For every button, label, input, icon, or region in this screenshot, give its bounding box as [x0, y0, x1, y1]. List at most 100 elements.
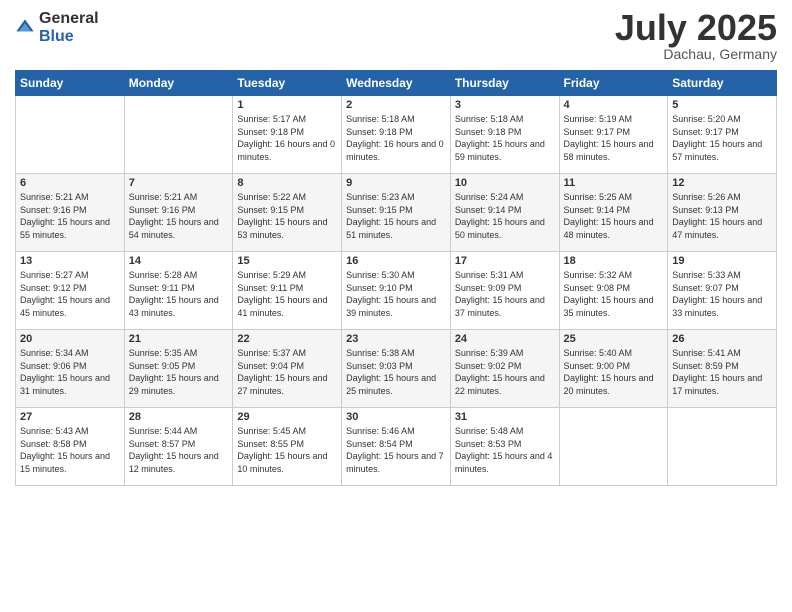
cell-w3-d2: 14Sunrise: 5:28 AMSunset: 9:11 PMDayligh…	[124, 252, 233, 330]
header-saturday: Saturday	[668, 71, 777, 96]
day-number-4: 4	[564, 99, 664, 111]
day-info-3: Sunrise: 5:18 AMSunset: 9:18 PMDaylight:…	[455, 113, 555, 163]
daylight-19: Daylight: 15 hours and 33 minutes.	[672, 294, 772, 319]
cell-w5-d6	[559, 408, 668, 486]
daylight-9: Daylight: 15 hours and 51 minutes.	[346, 216, 446, 241]
week-row-4: 20 Sunrise: 5:34 AMSunset: 9:06 PMDayligh…	[16, 330, 777, 408]
daylight-5: Daylight: 15 hours and 57 minutes.	[672, 138, 772, 163]
sunset-19: Sunset: 9:07 PM	[672, 282, 772, 295]
sunrise-31: Sunrise: 5:48 AM	[455, 425, 555, 438]
day-info-26: Sunrise: 5:41 AMSunset: 8:59 PMDaylight:…	[672, 347, 772, 397]
cell-w4-d4: 23Sunrise: 5:38 AMSunset: 9:03 PMDayligh…	[342, 330, 451, 408]
day-info-17: Sunrise: 5:31 AMSunset: 9:09 PMDaylight:…	[455, 269, 555, 319]
day-info-8: Sunrise: 5:22 AMSunset: 9:15 PMDaylight:…	[237, 191, 337, 241]
day-info-21: Sunrise: 5:35 AMSunset: 9:05 PMDaylight:…	[129, 347, 229, 397]
daylight-2: Daylight: 16 hours and 0 minutes.	[346, 138, 446, 163]
sunset-24: Sunset: 9:02 PM	[455, 360, 555, 373]
daylight-26: Daylight: 15 hours and 17 minutes.	[672, 372, 772, 397]
sunset-10: Sunset: 9:14 PM	[455, 204, 555, 217]
day-info-25: Sunrise: 5:40 AMSunset: 9:00 PMDaylight:…	[564, 347, 664, 397]
daylight-7: Daylight: 15 hours and 54 minutes.	[129, 216, 229, 241]
sunrise-11: Sunrise: 5:25 AM	[564, 191, 664, 204]
cell-w3-d7: 19Sunrise: 5:33 AMSunset: 9:07 PMDayligh…	[668, 252, 777, 330]
day-info-31: Sunrise: 5:48 AMSunset: 8:53 PMDaylight:…	[455, 425, 555, 475]
day-number-5: 5	[672, 99, 772, 111]
cell-w1-d7: 5Sunrise: 5:20 AMSunset: 9:17 PMDaylight…	[668, 96, 777, 174]
day-info-29: Sunrise: 5:45 AMSunset: 8:55 PMDaylight:…	[237, 425, 337, 475]
day-number-8: 8	[237, 177, 337, 189]
day-info-20: Sunrise: 5:34 AMSunset: 9:06 PMDaylight:…	[20, 347, 120, 397]
daylight-23: Daylight: 15 hours and 25 minutes.	[346, 372, 446, 397]
day-info-10: Sunrise: 5:24 AMSunset: 9:14 PMDaylight:…	[455, 191, 555, 241]
week-row-3: 13Sunrise: 5:27 AMSunset: 9:12 PMDayligh…	[16, 252, 777, 330]
sunset-13: Sunset: 9:12 PM	[20, 282, 120, 295]
cell-w5-d2: 28Sunrise: 5:44 AMSunset: 8:57 PMDayligh…	[124, 408, 233, 486]
sunrise-10: Sunrise: 5:24 AM	[455, 191, 555, 204]
sunrise-22: Sunrise: 5:37 AM	[237, 347, 337, 360]
cell-w1-d5: 3 Sunrise: 5:18 AMSunset: 9:18 PMDaylight…	[450, 96, 559, 174]
header-monday: Monday	[124, 71, 233, 96]
sunrise-14: Sunrise: 5:28 AM	[129, 269, 229, 282]
sunrise-1: Sunrise: 5:17 AM	[237, 113, 337, 126]
day-info-14: Sunrise: 5:28 AMSunset: 9:11 PMDaylight:…	[129, 269, 229, 319]
cell-w5-d3: 29Sunrise: 5:45 AMSunset: 8:55 PMDayligh…	[233, 408, 342, 486]
month-title: July 2025	[615, 10, 777, 46]
sunrise-6: Sunrise: 5:21 AM	[20, 191, 120, 204]
day-number-31: 31	[455, 411, 555, 423]
day-info-6: Sunrise: 5:21 AMSunset: 9:16 PMDaylight:…	[20, 191, 120, 241]
cell-w3-d4: 16Sunrise: 5:30 AMSunset: 9:10 PMDayligh…	[342, 252, 451, 330]
logo: General Blue	[15, 10, 99, 45]
daylight-8: Daylight: 15 hours and 53 minutes.	[237, 216, 337, 241]
daylight-15: Daylight: 15 hours and 41 minutes.	[237, 294, 337, 319]
sunrise-30: Sunrise: 5:46 AM	[346, 425, 446, 438]
day-number-22: 22	[237, 333, 337, 345]
cell-w4-d5: 24Sunrise: 5:39 AMSunset: 9:02 PMDayligh…	[450, 330, 559, 408]
calendar-body: 1Sunrise: 5:17 AMSunset: 9:18 PMDaylight…	[16, 96, 777, 486]
daylight-4: Daylight: 15 hours and 58 minutes.	[564, 138, 664, 163]
day-number-17: 17	[455, 255, 555, 267]
calendar-header: Sunday Monday Tuesday Wednesday Thursday…	[16, 71, 777, 96]
sunrise-23: Sunrise: 5:38 AM	[346, 347, 446, 360]
header-row: Sunday Monday Tuesday Wednesday Thursday…	[16, 71, 777, 96]
week-row-1: 1Sunrise: 5:17 AMSunset: 9:18 PMDaylight…	[16, 96, 777, 174]
sunset-2: Sunset: 9:18 PM	[346, 126, 446, 139]
cell-w2-d6: 11Sunrise: 5:25 AMSunset: 9:14 PMDayligh…	[559, 174, 668, 252]
daylight-17: Daylight: 15 hours and 37 minutes.	[455, 294, 555, 319]
sunrise-7: Sunrise: 5:21 AM	[129, 191, 229, 204]
cell-w2-d5: 10Sunrise: 5:24 AMSunset: 9:14 PMDayligh…	[450, 174, 559, 252]
daylight-13: Daylight: 15 hours and 45 minutes.	[20, 294, 120, 319]
sunrise-27: Sunrise: 5:43 AM	[20, 425, 120, 438]
sunrise-2: Sunrise: 5:18 AM	[346, 113, 446, 126]
header-wednesday: Wednesday	[342, 71, 451, 96]
daylight-22: Daylight: 15 hours and 27 minutes.	[237, 372, 337, 397]
sunrise-4: Sunrise: 5:19 AM	[564, 113, 664, 126]
sunset-29: Sunset: 8:55 PM	[237, 438, 337, 451]
cell-w3-d3: 15Sunrise: 5:29 AMSunset: 9:11 PMDayligh…	[233, 252, 342, 330]
sunset-26: Sunset: 8:59 PM	[672, 360, 772, 373]
day-number-15: 15	[237, 255, 337, 267]
cell-w2-d7: 12Sunrise: 5:26 AMSunset: 9:13 PMDayligh…	[668, 174, 777, 252]
sunrise-24: Sunrise: 5:39 AM	[455, 347, 555, 360]
sunrise-25: Sunrise: 5:40 AM	[564, 347, 664, 360]
sunset-21: Sunset: 9:05 PM	[129, 360, 229, 373]
day-number-12: 12	[672, 177, 772, 189]
sunset-31: Sunset: 8:53 PM	[455, 438, 555, 451]
location-subtitle: Dachau, Germany	[615, 46, 777, 62]
day-number-23: 23	[346, 333, 446, 345]
sunset-4: Sunset: 9:17 PM	[564, 126, 664, 139]
cell-w2-d3: 8 Sunrise: 5:22 AMSunset: 9:15 PMDaylight…	[233, 174, 342, 252]
sunrise-15: Sunrise: 5:29 AM	[237, 269, 337, 282]
sunset-11: Sunset: 9:14 PM	[564, 204, 664, 217]
day-info-16: Sunrise: 5:30 AMSunset: 9:10 PMDaylight:…	[346, 269, 446, 319]
day-number-3: 3	[455, 99, 555, 111]
cell-w3-d1: 13Sunrise: 5:27 AMSunset: 9:12 PMDayligh…	[16, 252, 125, 330]
sunset-17: Sunset: 9:09 PM	[455, 282, 555, 295]
daylight-21: Daylight: 15 hours and 29 minutes.	[129, 372, 229, 397]
cell-w2-d1: 6Sunrise: 5:21 AMSunset: 9:16 PMDaylight…	[16, 174, 125, 252]
sunrise-8: Sunrise: 5:22 AM	[237, 191, 337, 204]
sunrise-17: Sunrise: 5:31 AM	[455, 269, 555, 282]
sunrise-5: Sunrise: 5:20 AM	[672, 113, 772, 126]
day-number-20: 20	[20, 333, 120, 345]
sunset-25: Sunset: 9:00 PM	[564, 360, 664, 373]
daylight-12: Daylight: 15 hours and 47 minutes.	[672, 216, 772, 241]
